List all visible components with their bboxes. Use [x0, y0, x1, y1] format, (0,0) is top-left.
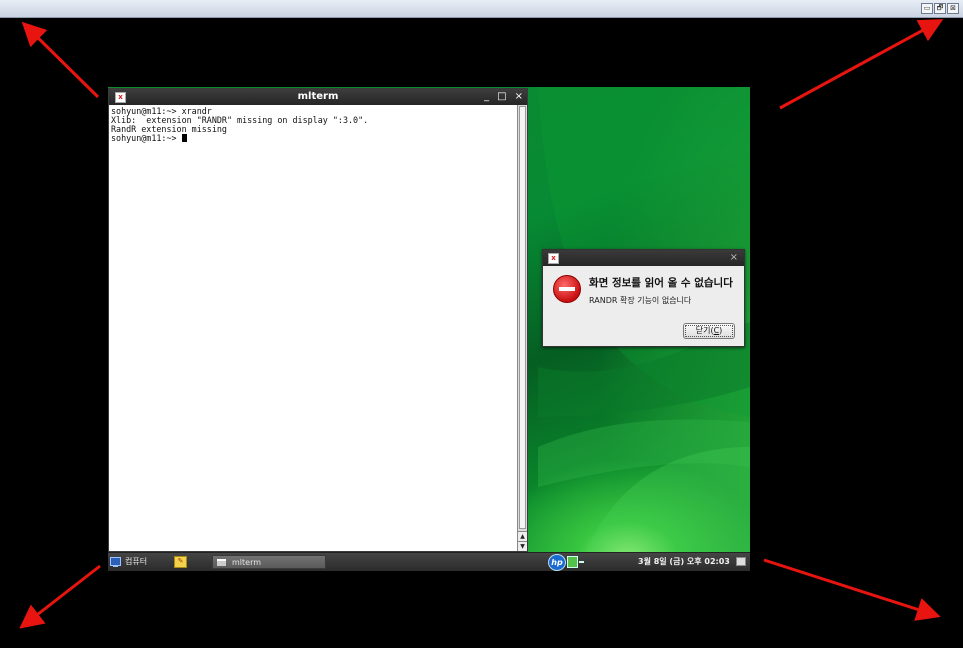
taskbar-clock[interactable]: 3월 8일 (금) 오후 02:03	[638, 556, 730, 567]
text-cursor	[181, 134, 187, 142]
scroll-up-arrow-icon[interactable]: ▲	[518, 531, 527, 541]
hp-logo-icon[interactable]: hp	[548, 554, 566, 571]
dialog-heading: 화면 정보를 읽어 올 수 없습니다	[589, 277, 733, 289]
computer-menu-button[interactable]: 컴퓨터	[110, 556, 147, 567]
close-dialog-button[interactable]: 닫기(C)	[683, 323, 735, 339]
computer-menu-label: 컴퓨터	[125, 557, 148, 566]
terminal-scrollbar[interactable]: ▲ ▼	[517, 105, 527, 551]
app-menu-icon[interactable]: x	[548, 253, 559, 264]
taskbar-item-mlterm[interactable]: mlterm	[212, 555, 326, 569]
error-stop-icon	[553, 275, 581, 303]
arrow-top-right-icon	[779, 19, 944, 110]
terminal-window[interactable]: x mlterm _ □ × sohyun@m11:~> xrandr Xlib:…	[108, 88, 528, 552]
dialog-message: RANDR 확장 기능이 없습니다	[589, 296, 692, 305]
terminal-prompt: sohyun@m11:~>	[111, 133, 182, 143]
arrow-bottom-left-icon	[19, 564, 101, 629]
close-button[interactable]: ×	[515, 89, 523, 105]
terminal-titlebar[interactable]: x mlterm _ □ ×	[109, 89, 527, 105]
terminal-title: mlterm	[297, 91, 339, 102]
minimize-icon[interactable]: ▭	[921, 3, 933, 14]
remote-viewer-toolbar: ▭ 🗗 ⊠	[0, 0, 963, 18]
notes-launcher-icon[interactable]: ✎	[174, 556, 187, 568]
tray-monitor-icon[interactable]	[736, 557, 746, 566]
terminal-output[interactable]: sohyun@m11:~> xrandr Xlib: extension "RAN…	[111, 107, 515, 551]
battery-icon[interactable]	[567, 556, 584, 568]
close-icon[interactable]: ⊠	[947, 3, 959, 14]
dialog-titlebar[interactable]: x ×	[543, 250, 744, 266]
dialog-close-icon[interactable]: ×	[730, 252, 738, 263]
restore-icon[interactable]: 🗗	[934, 3, 946, 14]
close-button-suffix: )	[719, 326, 723, 335]
arrow-top-left-icon	[21, 21, 100, 99]
viewer-window-controls: ▭ 🗗 ⊠	[921, 3, 959, 14]
terminal-prompt-line: sohyun@m11:~>	[111, 134, 515, 143]
taskbar-item-label: mlterm	[232, 557, 262, 567]
taskbar: 컴퓨터 ✎ mlterm hp 3월 8일 (금) 오후 02:03	[108, 552, 750, 571]
close-button-label: 닫기(	[695, 326, 714, 335]
scrollbar-thumb[interactable]	[519, 106, 526, 529]
error-dialog: x × 화면 정보를 읽어 올 수 없습니다 RANDR 확장 기능이 없습니다…	[542, 249, 745, 347]
arrow-bottom-right-icon	[763, 558, 941, 621]
window-icon	[217, 558, 226, 566]
minimize-button[interactable]: _	[484, 89, 489, 105]
scroll-down-arrow-icon[interactable]: ▼	[518, 541, 527, 551]
computer-icon	[110, 557, 121, 567]
maximize-button[interactable]: □	[497, 89, 506, 105]
